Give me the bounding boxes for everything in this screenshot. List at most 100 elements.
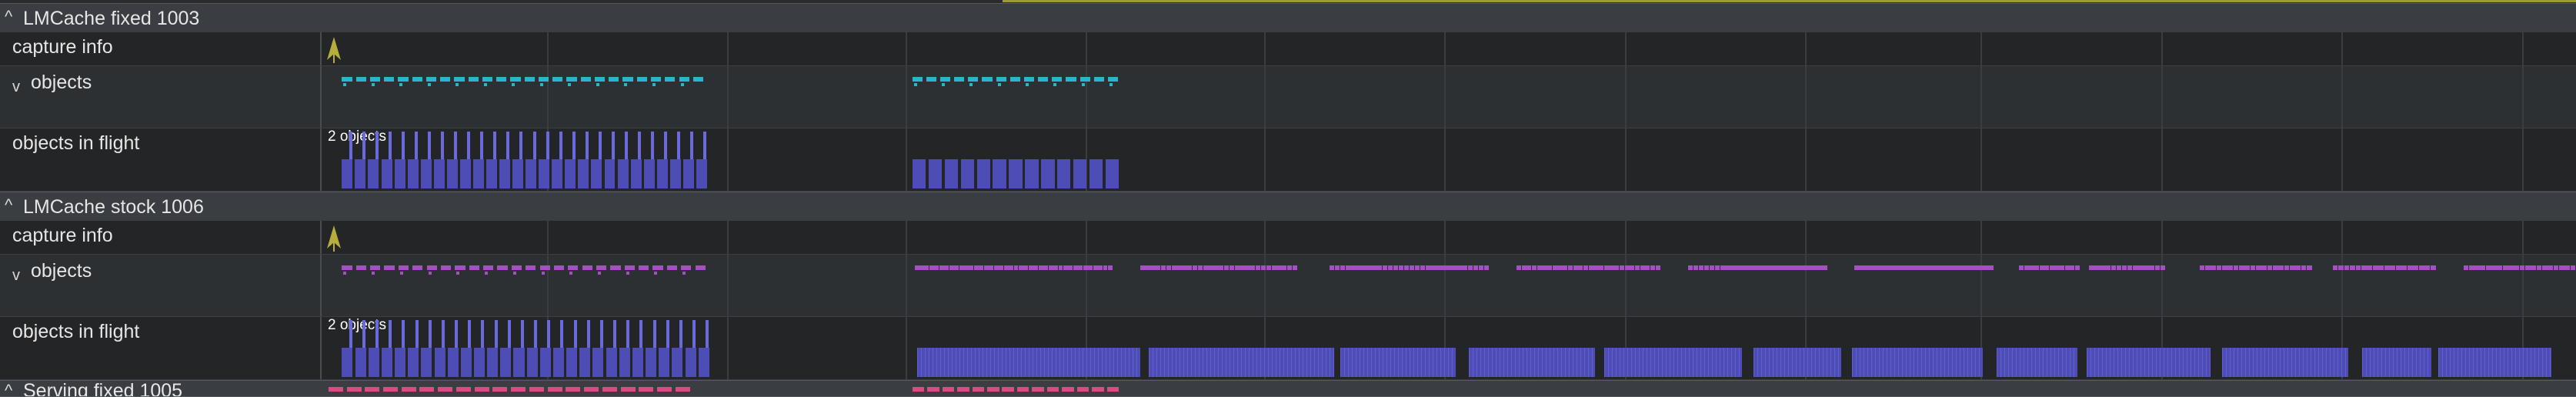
object-slice-tick[interactable]	[428, 272, 432, 275]
object-slice[interactable]	[1720, 265, 1725, 270]
in-flight-block[interactable]	[1469, 348, 1596, 377]
in-flight-peak[interactable]	[547, 320, 551, 348]
in-flight-peak[interactable]	[415, 320, 419, 348]
object-slice[interactable]	[539, 265, 550, 270]
object-slice[interactable]	[1588, 265, 1593, 270]
object-slice[interactable]	[2395, 265, 2401, 270]
object-slice[interactable]	[1870, 265, 1876, 270]
object-slice[interactable]	[584, 387, 599, 392]
object-slice[interactable]	[2199, 265, 2205, 270]
object-slice[interactable]	[979, 265, 984, 270]
track-canvas[interactable]	[322, 221, 2576, 255]
object-slice[interactable]	[1473, 265, 1479, 270]
in-flight-bar[interactable]	[368, 159, 379, 188]
object-slice[interactable]	[1276, 265, 1282, 270]
object-slice[interactable]	[1093, 77, 1104, 82]
object-slice[interactable]	[1079, 77, 1090, 82]
in-flight-peak[interactable]	[467, 132, 471, 159]
object-slice[interactable]	[1052, 77, 1063, 82]
object-slice[interactable]	[1784, 265, 1790, 270]
object-slice[interactable]	[2039, 265, 2044, 270]
in-flight-bar[interactable]	[578, 159, 589, 188]
object-slice[interactable]	[2542, 265, 2548, 270]
object-slice[interactable]	[1377, 265, 1383, 270]
object-slice[interactable]	[1156, 265, 1161, 270]
object-slice[interactable]	[2111, 265, 2117, 270]
object-slice[interactable]	[1779, 265, 1784, 270]
object-slice-tick[interactable]	[1025, 83, 1029, 86]
object-slice[interactable]	[1452, 265, 1457, 270]
object-slice[interactable]	[1725, 265, 1730, 270]
object-slice[interactable]	[1260, 265, 1266, 270]
object-slice[interactable]	[1446, 265, 1452, 270]
in-flight-peak[interactable]	[638, 132, 641, 159]
in-flight-peak[interactable]	[389, 320, 392, 348]
in-flight-peak[interactable]	[507, 320, 511, 348]
object-slice[interactable]	[993, 265, 999, 270]
object-slice[interactable]	[986, 387, 999, 392]
object-slice[interactable]	[342, 77, 352, 82]
object-slice[interactable]	[2034, 265, 2040, 270]
object-slice-tick[interactable]	[427, 83, 431, 86]
object-slice[interactable]	[1763, 265, 1768, 270]
object-slice[interactable]	[355, 77, 366, 82]
object-slice[interactable]	[1567, 265, 1573, 270]
object-slice[interactable]	[1527, 265, 1532, 270]
object-slice[interactable]	[474, 387, 489, 392]
object-slice[interactable]	[426, 265, 437, 270]
object-slice[interactable]	[2525, 265, 2531, 270]
object-slice[interactable]	[1516, 265, 1522, 270]
object-slice-tick[interactable]	[512, 83, 516, 86]
object-slice[interactable]	[1946, 265, 1951, 270]
object-slice[interactable]	[2121, 265, 2127, 270]
expand-chevron-icon[interactable]: v	[12, 75, 20, 98]
in-flight-peak[interactable]	[362, 320, 365, 348]
object-slice[interactable]	[968, 77, 979, 82]
in-flight-bar[interactable]	[630, 159, 642, 188]
object-slice[interactable]	[912, 387, 925, 392]
in-flight-peak[interactable]	[455, 320, 459, 348]
object-slice[interactable]	[957, 387, 969, 392]
object-slice[interactable]	[2127, 265, 2133, 270]
object-slice[interactable]	[2413, 265, 2419, 270]
object-slice[interactable]	[1989, 265, 1994, 270]
object-slice[interactable]	[2233, 265, 2239, 270]
in-flight-bar[interactable]	[1089, 159, 1103, 188]
object-slice[interactable]	[624, 265, 635, 270]
object-slice[interactable]	[1387, 265, 1393, 270]
track-canvas[interactable]	[322, 66, 2576, 128]
in-flight-peak[interactable]	[532, 132, 536, 159]
object-slice[interactable]	[972, 387, 985, 392]
object-slice[interactable]	[2502, 265, 2508, 270]
object-slice[interactable]	[1698, 265, 1703, 270]
object-slice[interactable]	[346, 387, 362, 392]
object-slice[interactable]	[1757, 265, 1763, 270]
object-slice[interactable]	[964, 265, 969, 270]
object-slice[interactable]	[1023, 77, 1035, 82]
object-slice[interactable]	[1957, 265, 1962, 270]
object-slice[interactable]	[2480, 265, 2486, 270]
in-flight-bar[interactable]	[526, 348, 538, 377]
object-slice[interactable]	[469, 265, 479, 270]
object-slice[interactable]	[1436, 265, 1441, 270]
object-slice[interactable]	[454, 77, 465, 82]
in-flight-peak[interactable]	[388, 132, 392, 159]
object-slice-tick[interactable]	[343, 83, 347, 86]
object-slice[interactable]	[954, 77, 965, 82]
object-slice[interactable]	[342, 265, 352, 270]
object-slice-tick[interactable]	[541, 272, 545, 275]
object-slice[interactable]	[2289, 265, 2295, 270]
object-slice[interactable]	[1009, 265, 1013, 270]
object-slice[interactable]	[1013, 265, 1019, 270]
object-slice[interactable]	[2497, 265, 2503, 270]
object-slice[interactable]	[2338, 265, 2344, 270]
object-slice[interactable]	[1624, 265, 1630, 270]
object-slice-tick[interactable]	[913, 83, 917, 86]
object-slice[interactable]	[492, 387, 508, 392]
object-slice[interactable]	[1398, 265, 1404, 270]
object-slice[interactable]	[1176, 265, 1182, 270]
track-objects[interactable]: v objects	[0, 66, 2576, 128]
object-slice[interactable]	[2029, 265, 2034, 270]
in-flight-peak[interactable]	[586, 320, 590, 348]
object-slice[interactable]	[1614, 265, 1620, 270]
